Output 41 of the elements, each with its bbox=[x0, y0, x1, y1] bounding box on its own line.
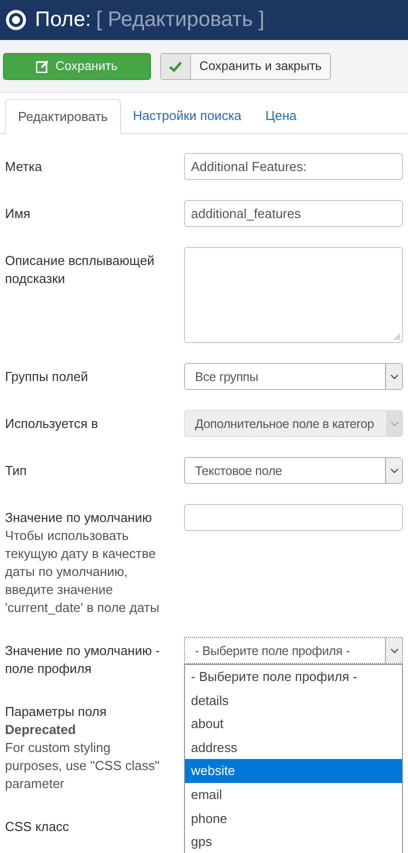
text-field[interactable]: additional_features bbox=[184, 200, 403, 227]
field-label: Значение по умолчанию - поле профиля bbox=[5, 642, 161, 678]
field-label: Значение по умолчанию bbox=[5, 509, 153, 527]
text-field[interactable] bbox=[184, 504, 403, 531]
dropdown-option[interactable]: website bbox=[185, 759, 402, 783]
field-label: Тип bbox=[5, 462, 28, 480]
dropdown-option[interactable]: email bbox=[185, 782, 402, 807]
page-title: Поле: bbox=[35, 8, 92, 32]
select-field[interactable]: Все группы bbox=[184, 363, 403, 390]
page-subtitle: [ Редактировать ] bbox=[96, 8, 264, 32]
field-label: Описание всплывающей подсказки bbox=[5, 252, 156, 288]
chevron-down-icon bbox=[390, 420, 398, 426]
field-label: Метка bbox=[5, 158, 43, 176]
dropdown-option[interactable]: details bbox=[185, 688, 402, 712]
chevron-down-icon bbox=[390, 648, 398, 654]
field-label: CSS класс bbox=[5, 818, 70, 836]
dropdown-option[interactable]: address bbox=[185, 736, 402, 760]
dropdown-option[interactable]: phone bbox=[185, 806, 402, 830]
field-label: Группы полей bbox=[5, 368, 89, 386]
dropdown-option[interactable]: - Выберите поле профиля - bbox=[185, 665, 402, 689]
dropdown-option[interactable]: about bbox=[185, 712, 402, 736]
textarea-field[interactable] bbox=[184, 247, 403, 343]
text-field[interactable]: Additional Features: bbox=[184, 153, 403, 180]
check-icon bbox=[169, 60, 182, 72]
tab[interactable]: Цена bbox=[253, 99, 309, 133]
circle-dot-icon bbox=[5, 9, 27, 31]
tab[interactable]: Редактировать bbox=[5, 99, 121, 134]
save-and-close-button[interactable]: Сохранить и закрыть bbox=[160, 52, 331, 80]
resize-grip-icon bbox=[394, 334, 400, 340]
chevron-down-icon bbox=[390, 374, 398, 380]
chevron-down-icon bbox=[390, 468, 398, 474]
field-description: Чтобы использовать текущую дату в качестве даты по умолчанию, введите значение 'current_date' в поле даты bbox=[5, 527, 160, 617]
select-field[interactable]: Текстовое поле bbox=[184, 457, 403, 484]
dropdown-option[interactable]: gps bbox=[185, 830, 402, 853]
field-label: Имя bbox=[5, 205, 32, 223]
field-label: Параметры поля bbox=[5, 703, 108, 721]
field-description: For custom styling purposes, use "CSS class" parameter bbox=[5, 739, 160, 793]
deprecated-note: Deprecated bbox=[5, 721, 77, 739]
edit-icon bbox=[36, 60, 50, 72]
tab[interactable]: Настройки поиска bbox=[120, 99, 254, 133]
field-label: Используется в bbox=[5, 415, 100, 433]
